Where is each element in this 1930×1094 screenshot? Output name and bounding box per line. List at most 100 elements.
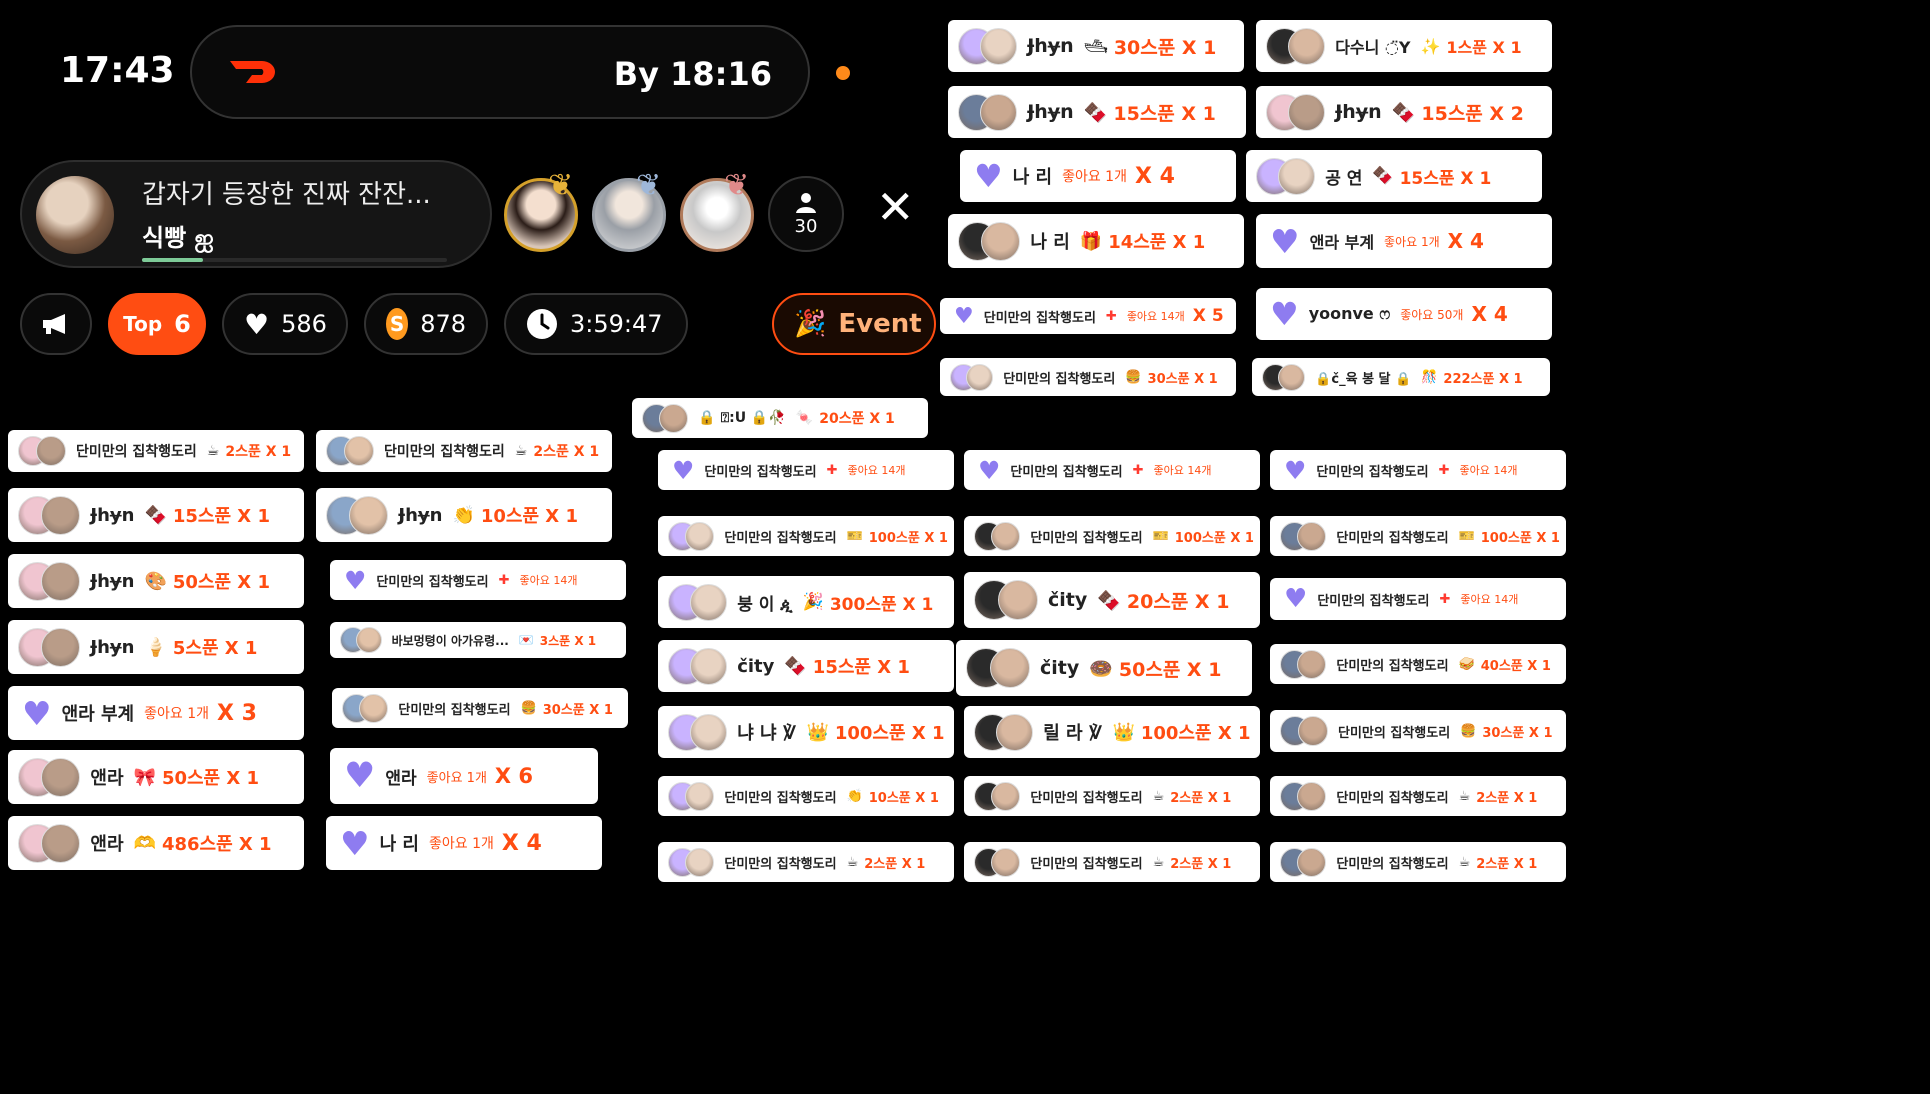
- gift-icon: 🍫: [1372, 166, 1394, 186]
- sender-avatars[interactable]: [18, 436, 66, 466]
- gift-icon: 🎊: [1421, 369, 1438, 385]
- sender-avatars[interactable]: [668, 583, 728, 621]
- sender-name: 단미만의 집착행도리: [1316, 464, 1429, 480]
- spoon-amount: 2스푼 X 1: [1170, 790, 1232, 806]
- sender-avatars[interactable]: [1266, 27, 1326, 65]
- order-eta-bar[interactable]: By 18:16: [190, 25, 810, 119]
- gift-icon: 🍫: [784, 655, 807, 677]
- sender-name: 단미만의 집착행도리: [724, 790, 837, 806]
- sender-avatars[interactable]: [668, 521, 715, 551]
- sender-avatars[interactable]: [974, 781, 1021, 811]
- stream-info-card[interactable]: 갑자기 등장한 진짜 잔잔... 식빵 ஐ: [20, 160, 492, 268]
- spoon-coins-pill[interactable]: S 878: [364, 293, 488, 355]
- sender-avatars[interactable]: [958, 221, 1021, 261]
- sender-avatars[interactable]: [974, 521, 1021, 551]
- gift-icon: 🥪: [1458, 656, 1475, 672]
- gift-icon: ☕: [1458, 788, 1471, 804]
- gift-message-tile: 단미만의 집착행도리 ☕ 2스푼 X 1: [8, 430, 304, 472]
- sender-avatars[interactable]: [1266, 93, 1326, 131]
- sender-name: 앤라: [90, 834, 124, 855]
- gift-icon: 🍔: [1460, 723, 1477, 739]
- sender-name: 단미만의 집착행도리: [983, 310, 1096, 326]
- sender-avatars[interactable]: [966, 648, 1030, 688]
- avatar: [1297, 847, 1327, 877]
- avatar: [980, 93, 1018, 131]
- gift-message-tile: 나 리 🎁 14스푼 X 1: [948, 214, 1244, 268]
- sender-avatars[interactable]: [326, 495, 389, 535]
- like-plus-icon: ✚: [498, 572, 510, 588]
- sender-avatars[interactable]: [18, 561, 81, 601]
- sender-avatars[interactable]: [1280, 781, 1327, 811]
- gift-message-tile: Ɉhɏn 🛥 30스푼 X 1: [948, 20, 1244, 72]
- gift-icon: 🛥: [1083, 35, 1108, 58]
- sender-avatars[interactable]: [1280, 847, 1327, 877]
- duration-pill[interactable]: 3:59:47: [504, 293, 688, 355]
- sender-avatars[interactable]: [342, 693, 389, 723]
- sender-avatars[interactable]: [18, 495, 81, 535]
- sender-avatars[interactable]: [1280, 716, 1328, 746]
- gift-message-tile: 냐 냐 ℣ 👑 100스푼 X 1: [658, 706, 954, 758]
- avatar: [996, 713, 1034, 751]
- like-plus-icon: ✚: [1439, 591, 1451, 607]
- sender-avatars[interactable]: [668, 781, 715, 811]
- sender-avatars[interactable]: [974, 580, 1038, 620]
- purple-heart-icon: ♥: [22, 693, 52, 733]
- gift-message-tile: Ɉhɏn 🍫 15스푼 X 1: [948, 86, 1246, 138]
- sender-avatars[interactable]: [340, 627, 382, 653]
- host-avatar[interactable]: [36, 176, 114, 254]
- sender-avatars[interactable]: [668, 847, 715, 877]
- gift-message-tile: čity 🍩 50스푼 X 1: [956, 640, 1252, 696]
- top-rank-button[interactable]: Top 6: [108, 293, 206, 355]
- sender-avatars[interactable]: [958, 27, 1018, 65]
- announcement-button[interactable]: [20, 293, 92, 355]
- like-count: 좋아요 1개: [1384, 234, 1440, 249]
- sender-avatars[interactable]: [950, 363, 994, 391]
- sender-name: 나 리: [379, 834, 419, 855]
- spoon-amount: 30스푼 X 1: [1147, 371, 1218, 387]
- bronze-wing-icon: ❦: [724, 168, 750, 203]
- silver-wing-icon: ❦: [636, 168, 662, 203]
- spoon-amount: 50스푼 X 1: [161, 768, 260, 789]
- sender-avatars[interactable]: [1280, 521, 1327, 551]
- sender-avatars[interactable]: [958, 93, 1018, 131]
- sender-avatars[interactable]: [18, 627, 81, 667]
- sender-avatars[interactable]: [642, 403, 689, 433]
- likes-pill[interactable]: ♥ 586: [222, 293, 348, 355]
- sender-avatars[interactable]: [18, 823, 81, 863]
- sender-avatars[interactable]: [668, 647, 728, 685]
- like-count: 좋아요 1개: [144, 706, 209, 722]
- sender-avatars[interactable]: [668, 713, 728, 751]
- avatar: [981, 221, 1021, 261]
- avatar: [41, 627, 81, 667]
- likes-count: 586: [281, 310, 327, 338]
- like-count: 좋아요 14개: [1153, 464, 1212, 477]
- sender-name: 나 리: [1030, 232, 1070, 253]
- sender-avatars[interactable]: [18, 757, 81, 797]
- sender-name: 앤라 부계: [1309, 233, 1375, 252]
- gift-message-tile: ♥ 나 리 좋아요 1개 X 4: [960, 150, 1236, 202]
- sender-avatars[interactable]: [326, 436, 374, 466]
- sender-name: 단미만의 집착행도리: [1336, 856, 1449, 872]
- avatar: [990, 648, 1030, 688]
- gift-message-tile: 붕 이 ዺ 🎉 300스푼 X 1: [658, 576, 954, 628]
- sender-name: Ɉhɏn: [90, 636, 135, 658]
- event-button[interactable]: 🎉 Event: [772, 293, 936, 355]
- gift-icon: 💌: [518, 633, 534, 647]
- like-multiplier: X 3: [217, 700, 257, 726]
- avatar: [1278, 363, 1306, 391]
- sender-avatars[interactable]: [974, 713, 1034, 751]
- stream-progress-fill: [142, 258, 203, 262]
- sender-avatars[interactable]: [1280, 649, 1327, 679]
- sender-avatars[interactable]: [974, 847, 1021, 877]
- sender-name: 냐 냐 ℣: [737, 723, 797, 744]
- spoon-amount: 222스푼 X 1: [1443, 371, 1523, 387]
- purple-heart-icon: ♥: [1284, 584, 1308, 614]
- close-icon[interactable]: ✕: [876, 180, 915, 234]
- sender-avatars[interactable]: [1262, 363, 1306, 391]
- viewer-count-button[interactable]: 30: [768, 176, 844, 252]
- gift-icon: 👑: [1112, 721, 1135, 743]
- spoon-amount: 2스푼 X 1: [1170, 856, 1232, 872]
- sender-avatars[interactable]: [1256, 157, 1316, 195]
- spoon-amount: 100스푼 X 1: [1140, 723, 1251, 744]
- gift-message-tile: ♥ 단미만의 집착행도리 ✚ 좋아요 14개: [658, 450, 954, 490]
